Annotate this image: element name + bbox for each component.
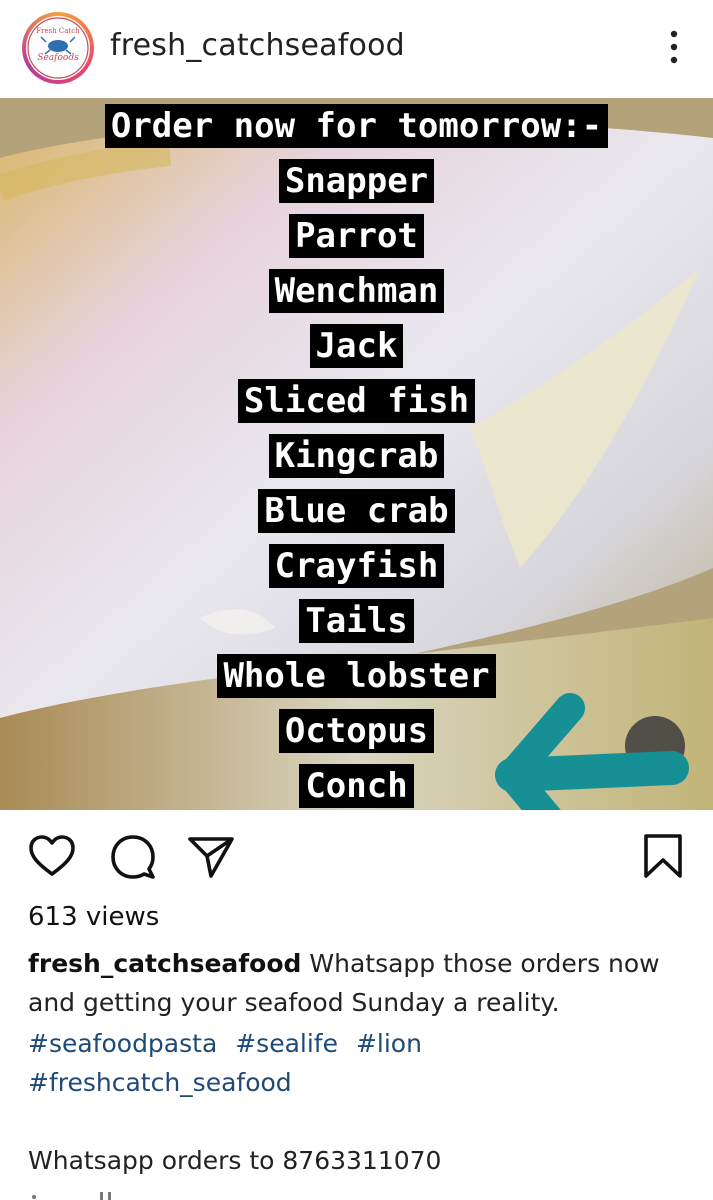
comment-icon[interactable] — [108, 832, 158, 882]
view-count[interactable]: 613 views — [28, 902, 159, 932]
hashtag-link[interactable]: #lion — [356, 1029, 422, 1058]
action-bar — [0, 810, 713, 900]
order-item-kingcrab: Kingcrab — [268, 434, 445, 478]
order-item-snapper: Snapper — [278, 159, 435, 203]
order-headline: Order now for tomorrow:- — [104, 104, 609, 148]
hashtag-link[interactable]: #seafoodpasta — [28, 1029, 217, 1058]
caption-username[interactable]: fresh_catchseafood — [28, 949, 301, 978]
whatsapp-line: Whatsapp orders to 8763311070 — [28, 1146, 442, 1175]
order-item-sliced-fish: Sliced fish — [237, 379, 476, 423]
order-item-conch: Conch — [299, 764, 414, 808]
order-item-octopus: Octopus — [278, 709, 435, 753]
header-username[interactable]: fresh_catchseafood — [110, 28, 405, 63]
avatar-logo: Fresh Catch Seafoods — [26, 16, 90, 80]
send-icon[interactable] — [186, 832, 236, 882]
post-image[interactable]: Order now for tomorrow:- Snapper Parrot … — [0, 98, 713, 810]
bookmark-icon[interactable] — [638, 832, 688, 882]
order-item-wenchman: Wenchman — [268, 269, 445, 313]
hashtag-link[interactable]: #sealife — [235, 1029, 338, 1058]
order-item-jack: Jack — [309, 324, 404, 368]
post-caption: fresh_catchseafood Whatsapp those orders… — [28, 944, 688, 1022]
cutoff-text-fragment — [32, 1192, 111, 1200]
hashtag-list: #seafoodpasta #sealife #lion #freshcatch… — [28, 1024, 688, 1102]
order-item-tails: Tails — [299, 599, 414, 643]
order-item-crayfish: Crayfish — [268, 544, 445, 588]
hashtag-link[interactable]: #freshcatch_seafood — [28, 1068, 292, 1097]
vertical-ellipsis-icon[interactable] — [667, 28, 681, 68]
order-item-blue-crab: Blue crab — [258, 489, 455, 533]
order-list-overlay: Order now for tomorrow:- Snapper Parrot … — [0, 98, 713, 808]
avatar-line-1: Fresh Catch — [36, 27, 80, 35]
heart-icon[interactable] — [27, 832, 77, 882]
order-item-parrot: Parrot — [289, 214, 424, 258]
post-header: Fresh Catch Seafoods fresh_catchseafood — [0, 0, 713, 98]
avatar-line-2: Seafoods — [37, 53, 79, 63]
order-item-whole-lobster: Whole lobster — [217, 654, 496, 698]
avatar[interactable]: Fresh Catch Seafoods — [22, 12, 94, 84]
